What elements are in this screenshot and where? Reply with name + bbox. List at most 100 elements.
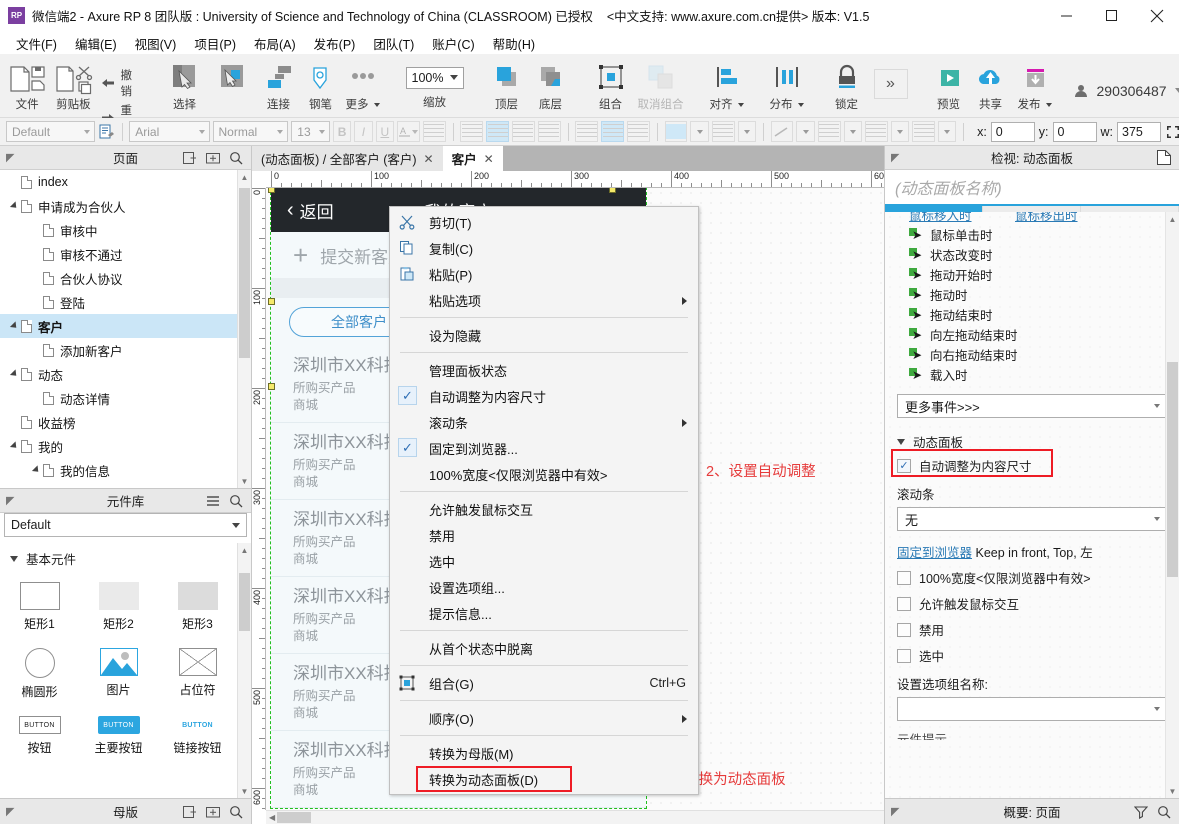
send-back-button[interactable]: 底层 [529, 59, 573, 112]
scroll-thumb[interactable] [277, 812, 312, 823]
selection-handle[interactable] [268, 298, 275, 305]
file-toolbutton[interactable]: 文件 [4, 59, 50, 112]
line-color-button[interactable] [770, 121, 794, 142]
context-menu-item[interactable]: 组合(G) Ctrl+G [390, 670, 698, 696]
align-left-button[interactable] [460, 121, 484, 142]
context-menu-item[interactable]: ✓ 自动调整为内容尺寸 [390, 383, 698, 409]
line-width-button[interactable] [912, 121, 935, 142]
page-tree-item[interactable]: 申请成为合伙人 [0, 194, 237, 218]
maximize-button[interactable] [1089, 0, 1134, 32]
library-item-rect2[interactable]: 矩形2 [79, 576, 158, 638]
option-group-select[interactable] [897, 697, 1167, 721]
expand-triangle-icon[interactable] [8, 321, 21, 331]
page-tree-item[interactable]: 客户 [0, 314, 237, 338]
menu-view[interactable]: 视图(V) [126, 32, 186, 55]
library-item-button[interactable]: BUTTON 按钮 [0, 710, 79, 762]
event-mouse-enter[interactable]: 鼠标移入时 [909, 212, 972, 224]
menu-file[interactable]: 文件(F) [7, 32, 66, 55]
expand-triangle-icon[interactable] [8, 441, 21, 451]
context-menu-item[interactable]: 复制(C) [390, 235, 698, 261]
w-input[interactable]: 375 [1117, 121, 1162, 142]
menu-team[interactable]: 团队(T) [364, 32, 423, 55]
line-width-dropdown[interactable] [937, 121, 957, 142]
close-icon[interactable]: ✕ [424, 152, 434, 166]
zoom-control[interactable]: 100% 缩放 [401, 59, 469, 110]
expand-triangle-icon[interactable] [8, 201, 21, 211]
collapse-panel-icon[interactable]: ◤ [6, 805, 14, 818]
menu-hamburger-icon[interactable] [206, 494, 220, 508]
style-editor-icon[interactable] [98, 124, 115, 140]
italic-button[interactable]: I [354, 121, 373, 142]
context-menu-item[interactable]: 允许触发鼠标交互 [390, 496, 698, 522]
context-menu[interactable]: 剪切(T) 复制(C) 粘贴(P) 粘贴选项 设为隐藏 管理面板状态 ✓ 自动调整为内容尺寸滚… [389, 206, 699, 795]
context-menu-item[interactable]: 100%宽度<仅限浏览器中有效> [390, 461, 698, 487]
pen-tool-button[interactable]: 钢笔 [301, 59, 341, 112]
library-item-placeholder[interactable]: 占位符 [158, 642, 237, 706]
inspector-event-item[interactable]: ➤ 向右拖动结束时 [885, 344, 1179, 364]
panel-name-input[interactable]: (动态面板名称) [885, 170, 1179, 206]
align-justify-button[interactable] [537, 121, 561, 142]
fill-color-button[interactable] [664, 121, 688, 142]
context-menu-item[interactable]: 粘贴选项 [390, 287, 698, 313]
selected-row[interactable]: 选中 [885, 639, 1179, 665]
selected-checkbox[interactable] [897, 648, 911, 663]
page-tree-item[interactable]: index [0, 170, 237, 194]
context-menu-item[interactable]: 选中 [390, 548, 698, 574]
library-item-image[interactable]: 图片 [79, 642, 158, 706]
canvas-horizontal-scrollbar[interactable]: ◀ [266, 810, 884, 824]
valign-middle-button[interactable] [601, 121, 624, 142]
valign-top-button[interactable] [575, 121, 599, 142]
search-icon[interactable] [1157, 805, 1171, 819]
publish-button[interactable]: 发布 [1013, 59, 1057, 112]
context-menu-item[interactable]: 顺序(O) [390, 705, 698, 731]
clipboard-toolbutton[interactable]: 剪贴板 [50, 59, 96, 112]
account-button[interactable]: 290306487 [1073, 79, 1179, 99]
valign-bottom-button[interactable] [626, 121, 650, 142]
width-100-checkbox[interactable] [897, 570, 911, 585]
collapse-panel-icon[interactable]: ◤ [6, 151, 14, 164]
inspector-event-item[interactable]: ➤ 状态改变时 [885, 244, 1179, 264]
lock-button[interactable]: 锁定 [825, 59, 869, 112]
style-select[interactable]: Default [6, 121, 96, 142]
add-page-icon[interactable] [183, 151, 197, 165]
expand-triangle-icon[interactable] [8, 369, 21, 379]
width-100-row[interactable]: 100%宽度<仅限浏览器中有效> [885, 561, 1179, 587]
page-tree-item[interactable]: 动态详情 [0, 386, 237, 410]
page-note-icon[interactable] [1157, 150, 1171, 165]
library-item-ellipse[interactable]: 椭圆形 [0, 642, 79, 706]
scroll-up-icon[interactable]: ▲ [1166, 212, 1179, 226]
align-right-button[interactable] [511, 121, 535, 142]
horizontal-ruler[interactable]: 0 100 200 300 400 500 60 [266, 171, 884, 188]
select-tool-button[interactable]: 选择 [161, 59, 209, 112]
font-family-select[interactable]: Arial [129, 121, 210, 142]
bold-button[interactable]: B [332, 121, 352, 142]
font-weight-select[interactable]: Normal [212, 121, 289, 142]
toolbar-overflow-button[interactable]: » [869, 59, 913, 99]
scroll-down-icon[interactable]: ▼ [238, 474, 251, 488]
bring-front-button[interactable]: 顶层 [485, 59, 529, 112]
y-input[interactable]: 0 [1052, 121, 1097, 142]
scroll-down-icon[interactable]: ▼ [1166, 784, 1179, 798]
library-scrollbar[interactable]: ▲ ▼ [237, 543, 251, 798]
close-button[interactable] [1134, 0, 1179, 32]
undo-button[interactable]: 撤销 [101, 67, 139, 99]
context-menu-item[interactable]: 设置选项组... [390, 574, 698, 600]
pages-scrollbar[interactable]: ▲ ▼ [237, 170, 251, 488]
add-master-folder-icon[interactable] [206, 805, 220, 819]
menu-publish[interactable]: 发布(P) [305, 32, 365, 55]
scroll-up-icon[interactable]: ▲ [238, 543, 251, 557]
line-arrow-button[interactable] [864, 121, 888, 142]
inspector-event-item[interactable]: ➤ 向左拖动结束时 [885, 324, 1179, 344]
context-menu-item[interactable]: 粘贴(P) [390, 261, 698, 287]
collapse-panel-icon[interactable]: ◤ [891, 151, 899, 164]
underline-button[interactable]: U [375, 121, 394, 142]
page-tree-item[interactable]: 动态 [0, 362, 237, 386]
context-menu-item[interactable]: 禁用 [390, 522, 698, 548]
shadow-button[interactable] [711, 121, 735, 142]
line-style-button[interactable] [817, 121, 841, 142]
select-box-tool-button[interactable]: . [209, 59, 257, 108]
page-tree-item[interactable]: 合伙人协议 [0, 266, 237, 290]
page-tree-item[interactable]: 审核中 [0, 218, 237, 242]
page-tree-item[interactable]: 我的 [0, 434, 237, 458]
filter-icon[interactable] [1134, 805, 1148, 819]
